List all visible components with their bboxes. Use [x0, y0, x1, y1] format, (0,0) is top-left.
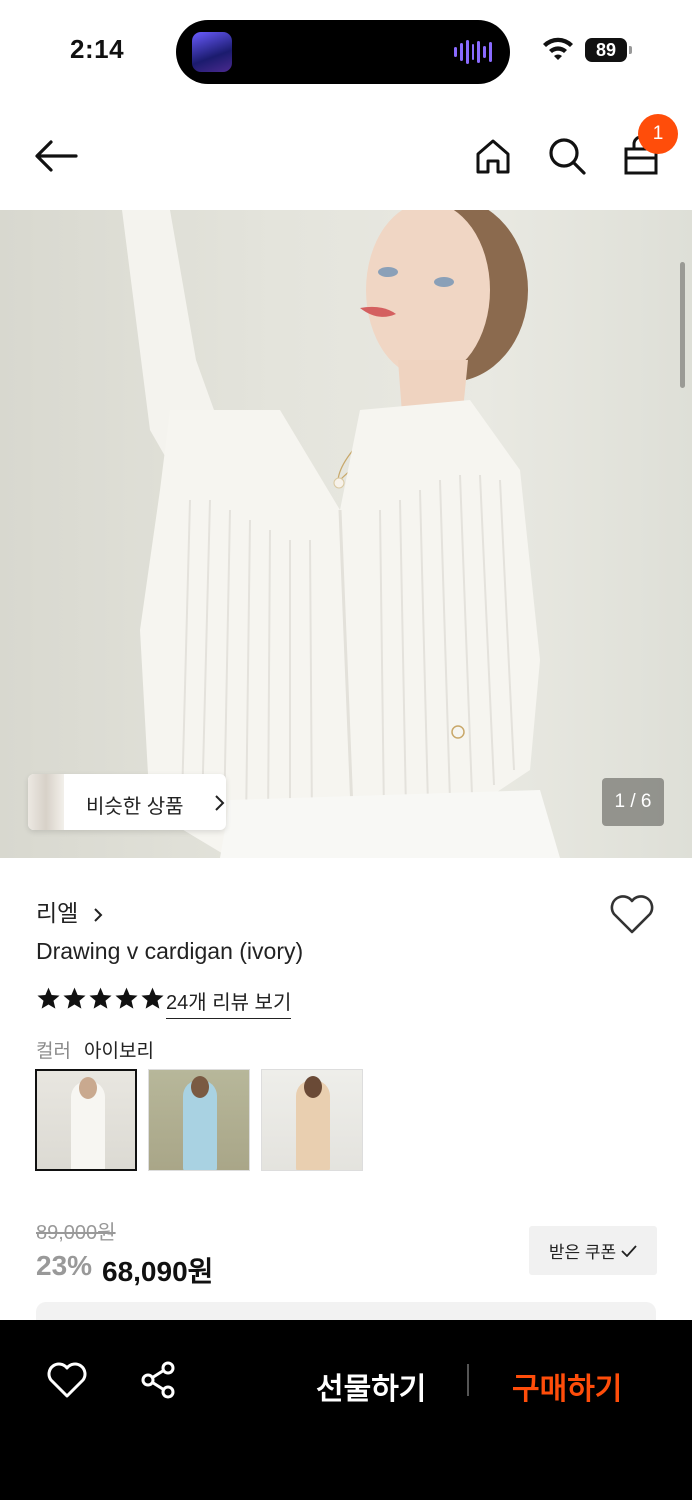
brand-name: 리엘	[36, 900, 79, 926]
swatch-head	[191, 1076, 209, 1098]
swatch-head	[304, 1076, 322, 1098]
star-icon	[89, 987, 112, 1009]
star-icon	[115, 987, 138, 1009]
buy-button[interactable]: 구매하기	[512, 1364, 622, 1408]
color-swatch-beige[interactable]	[261, 1069, 363, 1171]
search-icon	[549, 138, 586, 175]
audio-wave-icon	[454, 40, 493, 64]
original-price: 89,000원	[36, 1222, 116, 1244]
swatch-head	[79, 1077, 97, 1099]
discount-rate: 23%	[36, 1250, 93, 1281]
rating-stars	[36, 986, 165, 1011]
status-time: 2:14	[70, 34, 125, 64]
wishlist-heart-button[interactable]	[608, 892, 656, 936]
arrow-left-icon	[35, 140, 78, 172]
chevron-right-icon	[94, 908, 103, 922]
color-value: 아이보리	[84, 1041, 154, 1062]
search-button[interactable]	[543, 132, 591, 180]
action-divider	[467, 1364, 469, 1396]
dynamic-island[interactable]	[176, 20, 510, 84]
review-link[interactable]: 24개 리뷰 보기	[166, 986, 292, 1019]
status-bar: 2:14 89	[0, 0, 692, 100]
coupon-label: 받은 쿠폰	[548, 1243, 617, 1262]
home-button[interactable]	[469, 132, 517, 180]
received-coupon-button[interactable]: 받은 쿠폰	[529, 1226, 657, 1275]
wifi-icon	[543, 37, 573, 60]
heart-icon	[47, 1362, 87, 1398]
color-swatch-sky-blue[interactable]	[148, 1069, 250, 1171]
star-icon	[63, 987, 86, 1009]
back-button[interactable]	[32, 132, 80, 180]
now-playing-artwork	[192, 32, 232, 72]
image-counter: 1 / 6	[602, 778, 664, 826]
product-name: Drawing v cardigan (ivory)	[36, 938, 304, 964]
color-swatch-ivory[interactable]	[35, 1069, 137, 1171]
check-icon	[621, 1244, 637, 1257]
gift-button[interactable]: 선물하기	[316, 1364, 426, 1408]
star-icon	[141, 987, 164, 1009]
home-icon	[476, 139, 510, 174]
similar-products-label: 비슷한 상품	[86, 796, 184, 818]
similar-products-button[interactable]: 비슷한 상품	[28, 774, 226, 830]
star-icon	[37, 987, 60, 1009]
like-button[interactable]	[46, 1360, 88, 1400]
similar-products-thumbnail	[28, 774, 64, 830]
heart-icon	[610, 895, 654, 934]
chevron-right-icon	[215, 795, 225, 811]
battery-indicator: 89	[585, 38, 632, 62]
image-scroll-indicator	[680, 262, 685, 388]
cart-count-badge: 1	[638, 114, 678, 154]
product-photo	[122, 210, 560, 858]
brand-link[interactable]: 리엘	[36, 894, 103, 928]
share-button[interactable]	[138, 1360, 178, 1400]
share-icon	[141, 1361, 175, 1399]
color-label: 컬러	[36, 1041, 71, 1062]
bottom-action-bar: 선물하기 구매하기	[0, 1320, 692, 1500]
product-image[interactable]	[0, 210, 692, 858]
top-navigation	[0, 100, 692, 210]
sale-price: 68,090원	[102, 1256, 214, 1287]
